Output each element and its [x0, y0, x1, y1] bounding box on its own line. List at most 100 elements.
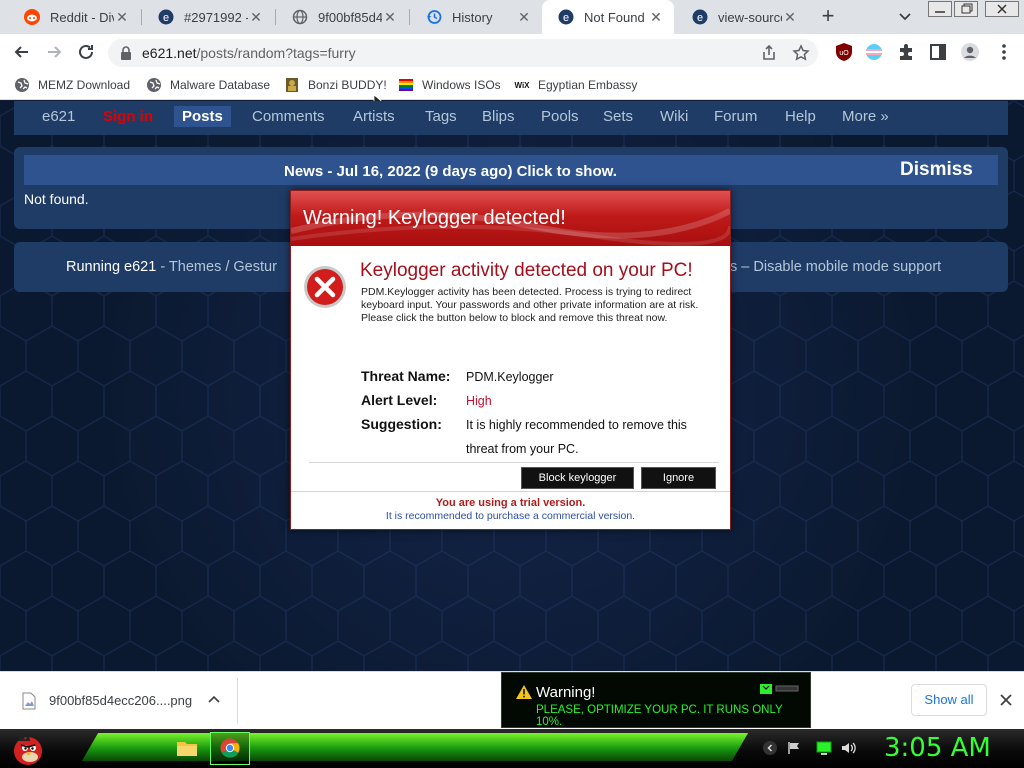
tab-title: Not Found - [584, 9, 648, 25]
ignore-button[interactable]: Ignore [641, 467, 716, 489]
bookmark-bonzi-buddy[interactable]: Bonzi BUDDY! [284, 76, 387, 94]
share-icon[interactable] [760, 44, 778, 62]
running-label: Running e621 [66, 259, 157, 275]
angry-bird-start-icon[interactable] [8, 729, 48, 767]
tab-not-found[interactable]: e Not Found - ✕ [542, 0, 674, 34]
dismiss-button[interactable]: Dismiss [900, 159, 973, 181]
site-nav: e621 Sign in Posts Comments Artists Tags… [14, 101, 1008, 135]
windows-flag-icon [399, 79, 413, 91]
bookmark-label: Egyptian Embassy [538, 78, 638, 92]
address-bar[interactable]: e621.net/posts/random?tags=furry [108, 39, 818, 67]
extensions-puzzle-icon[interactable] [896, 42, 916, 62]
close-icon[interactable]: ✕ [248, 9, 264, 26]
taskbar-clock[interactable]: 3:05 AM [884, 733, 991, 763]
menu-kebab-icon[interactable] [994, 42, 1014, 62]
nav-posts[interactable]: Posts [174, 106, 231, 127]
globe-icon [15, 78, 29, 92]
download-divider [237, 678, 238, 724]
new-tab-button[interactable]: + [816, 5, 840, 29]
reddit-icon [24, 9, 40, 25]
svg-text:e: e [563, 12, 569, 24]
tab-e621-post[interactable]: e #2971992 - e ✕ [142, 0, 274, 34]
nav-sign-in[interactable]: Sign in [103, 108, 153, 125]
tab-title: History [452, 9, 493, 25]
tray-flag-icon[interactable] [786, 740, 802, 756]
chrome-icon[interactable] [220, 738, 240, 758]
restore-icon[interactable] [954, 1, 978, 17]
forward-icon[interactable] [44, 42, 64, 62]
profile-avatar-icon[interactable] [960, 42, 980, 62]
nav-sets[interactable]: Sets [603, 108, 633, 125]
dialog-title: Warning! Keylogger detected! [303, 207, 566, 229]
bookmark-label: Windows ISOs [422, 78, 501, 92]
dialog-header: Warning! Keylogger detected! [291, 191, 730, 246]
close-icon[interactable]: ✕ [382, 9, 398, 26]
tab-image[interactable]: 9f00bf85d4e ✕ [276, 0, 408, 34]
toast-title: Warning! [536, 684, 596, 701]
bookmark-egyptian-embassy[interactable]: WiX Egyptian Embassy [514, 76, 637, 94]
history-icon [427, 10, 442, 24]
tab-history[interactable]: History ✕ [410, 0, 542, 34]
suggestion-label: Suggestion: [361, 416, 442, 432]
trial-notice: You are using a trial version. [435, 497, 586, 509]
nav-blips[interactable]: Blips [482, 108, 515, 125]
show-all-button[interactable]: Show all [911, 684, 987, 716]
e621-icon: e [158, 9, 174, 25]
nav-tags[interactable]: Tags [425, 108, 457, 125]
folder-icon[interactable] [176, 738, 198, 758]
disable-mobile-link[interactable]: ts – Disable mobile mode support [726, 259, 941, 275]
url-text[interactable]: e621.net/posts/random?tags=furry [142, 45, 356, 61]
block-keylogger-button[interactable]: Block keylogger [521, 467, 634, 489]
dialog-description: PDM.Keylogger activity has been detected… [361, 286, 699, 324]
reload-icon[interactable] [76, 42, 96, 62]
url-path: /posts/random?tags=furry [196, 45, 356, 61]
nav-artists[interactable]: Artists [353, 108, 395, 125]
dialog-divider [309, 462, 719, 463]
dialog-heading: Keylogger activity detected on your PC! [360, 260, 693, 281]
side-panel-icon[interactable] [928, 42, 948, 62]
optimize-warning-toast[interactable]: Warning! PLEASE, OPTIMIZE YOUR PC. IT RU… [501, 672, 811, 728]
download-filename[interactable]: 9f00bf85d4ecc206....png [49, 693, 192, 708]
tab-title: view-source [718, 9, 782, 25]
bookmark-label: Malware Database [170, 78, 271, 92]
tray-chevron-icon[interactable] [762, 740, 778, 756]
bookmark-star-icon[interactable] [792, 44, 810, 62]
tab-reddit[interactable]: Reddit - Dive ✕ [8, 0, 140, 34]
nav-forum[interactable]: Forum [714, 108, 757, 125]
lock-icon[interactable] [120, 46, 132, 60]
nav-more[interactable]: More » [842, 108, 889, 125]
nav-pools[interactable]: Pools [541, 108, 579, 125]
back-icon[interactable] [12, 42, 32, 62]
e621-icon: e [692, 9, 708, 25]
url-host: e621.net [142, 45, 197, 61]
chevron-down-icon[interactable] [895, 6, 915, 26]
ublock-icon[interactable]: uO [834, 42, 854, 62]
close-icon[interactable]: ✕ [782, 9, 798, 26]
svg-text:WiX: WiX [514, 81, 530, 90]
nav-wiki[interactable]: Wiki [660, 108, 688, 125]
themes-link[interactable]: - Themes / Gestur [156, 259, 277, 275]
svg-text:e: e [697, 12, 703, 24]
chevron-up-icon[interactable] [206, 692, 222, 708]
window-close-icon[interactable] [985, 1, 1019, 17]
news-text[interactable]: News - Jul 16, 2022 (9 days ago) Click t… [284, 163, 617, 180]
bookmark-malware-database[interactable]: Malware Database [146, 76, 270, 94]
minimize-icon[interactable] [928, 1, 952, 17]
close-icon[interactable]: ✕ [648, 9, 664, 26]
suggestion-line-1: It is highly recommended to remove this [466, 418, 687, 432]
nav-e621[interactable]: e621 [42, 108, 75, 125]
tray-monitor-icon[interactable] [816, 740, 832, 756]
close-icon[interactable] [998, 692, 1014, 708]
tab-view-source[interactable]: e view-source ✕ [676, 0, 808, 34]
bookmark-memz[interactable]: MEMZ Download [14, 76, 130, 94]
pride-flag-extension-icon[interactable] [864, 42, 884, 62]
close-icon[interactable]: ✕ [114, 9, 130, 26]
volume-icon[interactable] [840, 740, 856, 756]
bookmark-windows-isos[interactable]: Windows ISOs [398, 76, 501, 94]
nav-help[interactable]: Help [785, 108, 816, 125]
tab-title: 9f00bf85d4e [318, 9, 382, 25]
purchase-link[interactable]: It is recommended to purchase a commerci… [291, 510, 730, 522]
nav-comments[interactable]: Comments [252, 108, 325, 125]
svg-text:uO: uO [839, 50, 849, 57]
close-icon[interactable]: ✕ [516, 9, 532, 26]
